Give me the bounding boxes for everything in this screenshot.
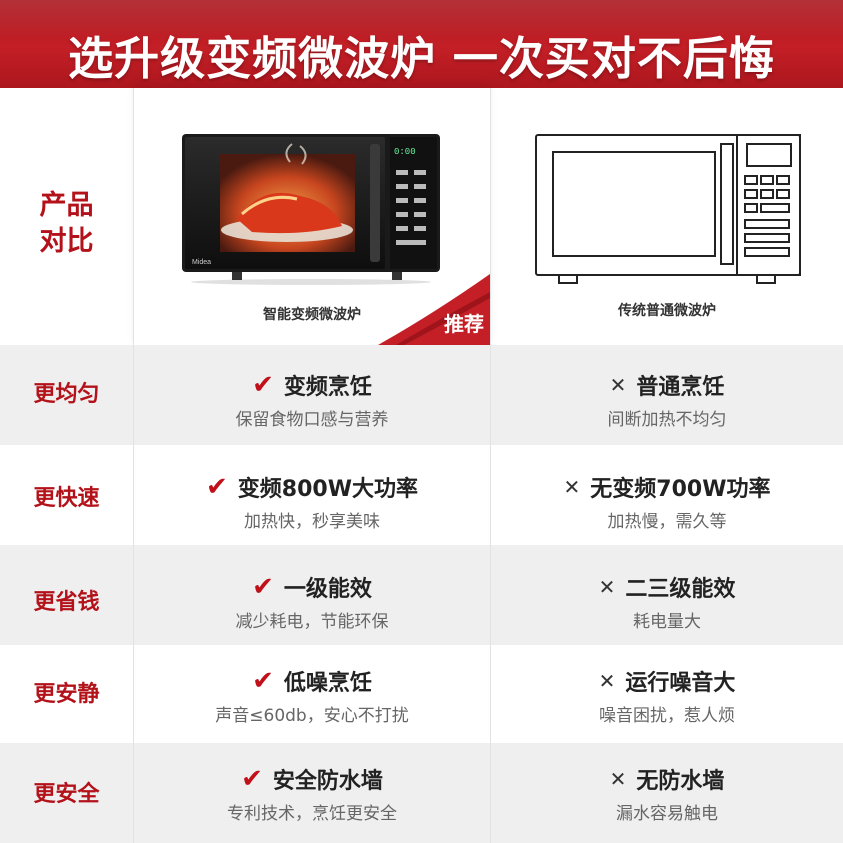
check-icon: ✔: [206, 472, 228, 502]
recommend-label: 推荐: [444, 312, 484, 336]
row-label: 更安静: [33, 682, 100, 707]
smart-feature: ✔ 一级能效 减少耗电，节能环保: [235, 572, 389, 632]
check-icon: ✔: [241, 764, 263, 794]
product-row: 产品 对比 0:00 Midea 智能变频微波炉 推荐 传统普通微波炉: [0, 88, 843, 345]
smart-microwave-image: 0:00 Midea: [182, 134, 440, 285]
page-title: 选升级变频微波炉 一次买对不后悔: [68, 32, 775, 85]
comparison-table: 产品 对比 0:00 Midea 智能变频微波炉 推荐 传统普通微波炉 更均匀 …: [0, 88, 843, 843]
row-safe: 更安全 ✔ 安全防水墙 专利技术，烹饪更安全 ✕ 无防水墙 漏水容易触电: [0, 743, 843, 843]
plain-feature: ✕ 普通烹饪 间断加热不均匀: [607, 373, 727, 430]
cross-icon: ✕: [609, 373, 627, 397]
product-row-label: 产品 对比: [39, 190, 94, 257]
plain-feature: ✕ 二三级能效 耗电量大: [598, 575, 736, 632]
plain-feature: ✕ 无防水墙 漏水容易触电: [609, 767, 725, 824]
row-label: 更均匀: [33, 382, 100, 407]
smart-feature: ✔ 变频烹饪 保留食物口感与营养: [235, 370, 389, 430]
smart-feature: ✔ 低噪烹饪 声音≤60db，安心不打扰: [215, 666, 409, 726]
plain-microwave-image: [535, 134, 801, 284]
recommend-ribbon: 推荐: [378, 274, 490, 345]
row-label: 更安全: [33, 782, 100, 807]
cross-icon: ✕: [598, 669, 616, 693]
plain-feature: ✕ 运行噪音大 噪音困扰，惹人烦: [598, 669, 736, 726]
row-fast: 更快速 ✔ 变频800W大功率 加热快，秒享美味 ✕ 无变频700W功率 加热慢，需…: [0, 445, 843, 545]
cross-icon: ✕: [563, 475, 581, 499]
smart-feature: ✔ 变频800W大功率 加热快，秒享美味: [206, 472, 418, 532]
smart-display-readout: 0:00: [394, 147, 416, 157]
row-save: 更省钱 ✔ 一级能效 减少耗电，节能环保 ✕ 二三级能效 耗电量大: [0, 545, 843, 645]
column-divider: [490, 88, 491, 843]
row-uniform: 更均匀 ✔ 变频烹饪 保留食物口感与营养 ✕ 普通烹饪 间断加热不均匀: [0, 345, 843, 445]
cross-icon: ✕: [609, 767, 627, 791]
cross-icon: ✕: [598, 575, 616, 599]
plain-feature: ✕ 无变频700W功率 加热慢，需久等: [563, 475, 771, 532]
smart-feature: ✔ 安全防水墙 专利技术，烹饪更安全: [227, 764, 397, 824]
row-label: 更省钱: [33, 590, 100, 615]
row-label: 更快速: [33, 486, 100, 511]
check-icon: ✔: [252, 666, 274, 696]
check-icon: ✔: [252, 572, 274, 602]
row-quiet: 更安静 ✔ 低噪烹饪 声音≤60db，安心不打扰 ✕ 运行噪音大 噪音困扰，惹人烦: [0, 645, 843, 743]
brand-logo: Midea: [192, 259, 211, 266]
column-divider: [133, 88, 134, 843]
check-icon: ✔: [252, 370, 274, 400]
plain-microwave-caption: 传统普通微波炉: [618, 303, 716, 319]
